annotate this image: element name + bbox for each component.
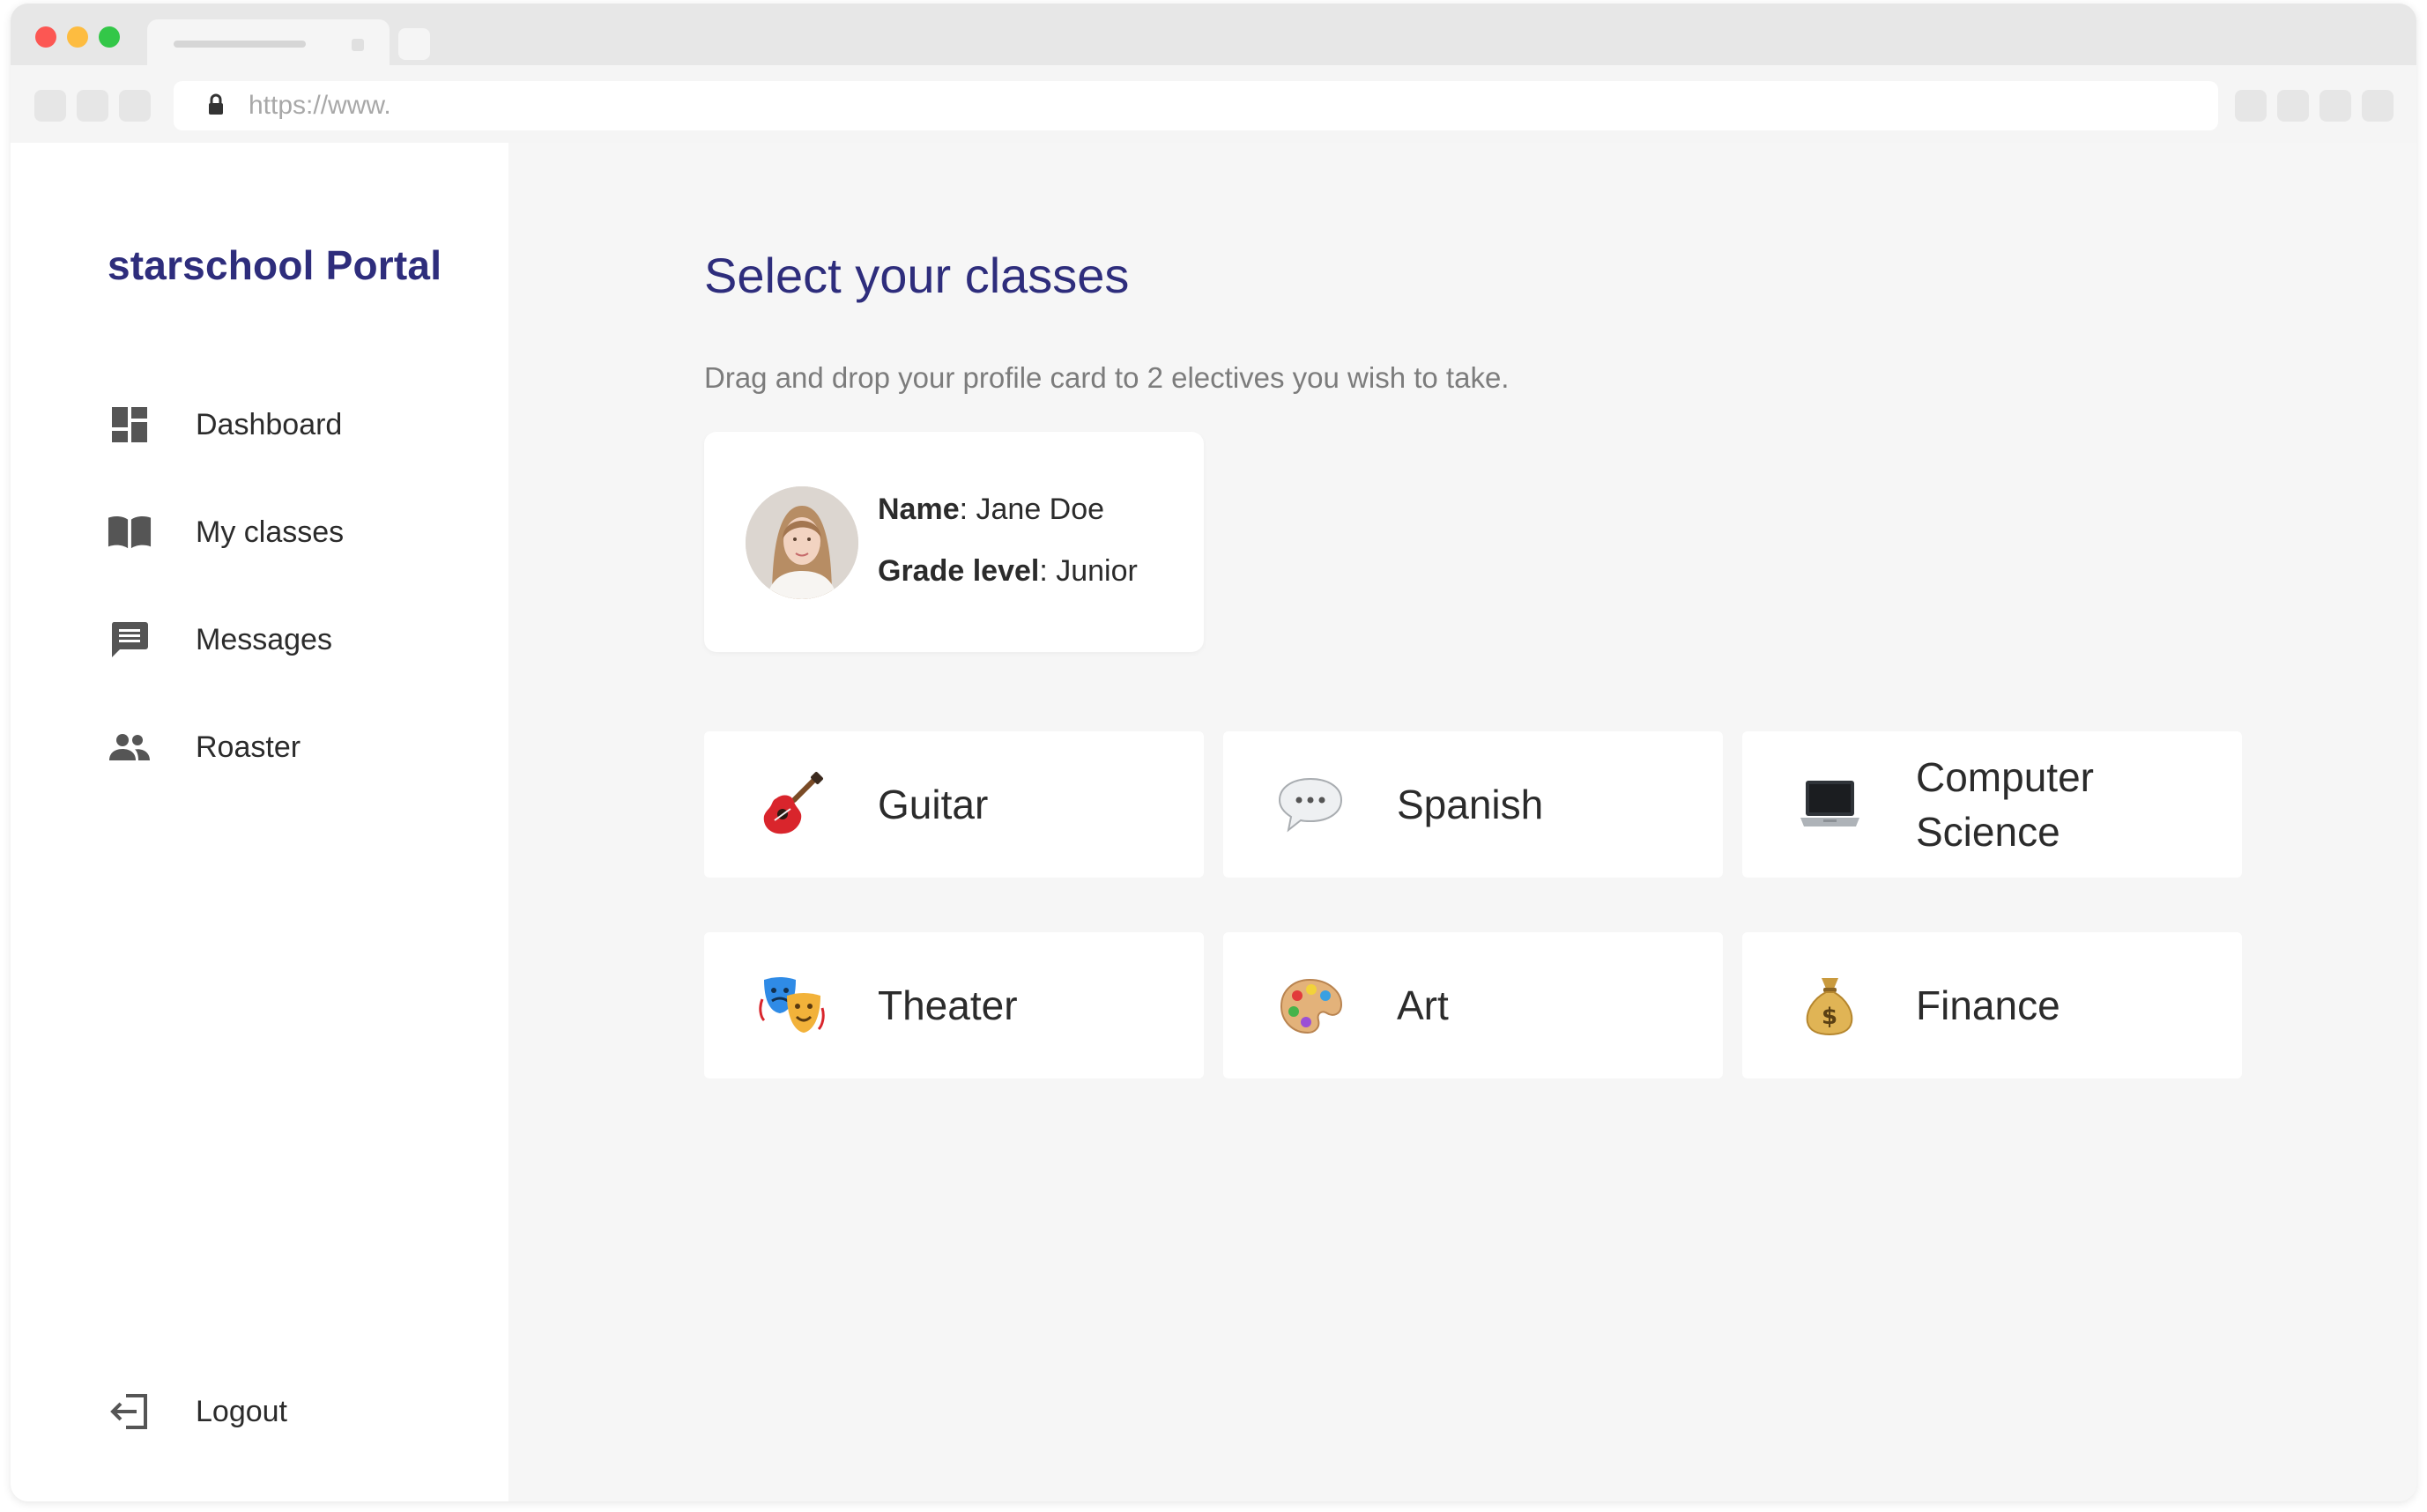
browser-titlebar bbox=[11, 4, 2416, 65]
address-bar[interactable]: https://www. bbox=[174, 81, 2218, 130]
elective-card-art[interactable]: Art bbox=[1223, 932, 1723, 1078]
forward-button[interactable] bbox=[77, 90, 108, 122]
logout-icon bbox=[108, 1390, 152, 1434]
browser-tab[interactable] bbox=[147, 19, 390, 65]
sidebar-item-label: My classes bbox=[196, 515, 345, 549]
instructions-text: Drag and drop your profile card to 2 ele… bbox=[704, 361, 1510, 394]
elective-card-guitar[interactable]: Guitar bbox=[704, 731, 1204, 878]
palette-icon bbox=[1278, 973, 1344, 1039]
sidebar: starschool Portal Dashboard My classes M… bbox=[11, 143, 508, 1501]
extension-button-3[interactable] bbox=[2319, 90, 2351, 122]
page-title: Select your classes bbox=[704, 248, 1130, 303]
tab-title-placeholder bbox=[174, 41, 306, 48]
extension-button-2[interactable] bbox=[2277, 90, 2309, 122]
extension-button-1[interactable] bbox=[2235, 90, 2267, 122]
grade-label: Grade level bbox=[878, 554, 1040, 588]
name-label: Name bbox=[878, 493, 960, 526]
lock-icon bbox=[209, 93, 223, 115]
profile-name-row: Name: Jane Doe bbox=[878, 490, 1138, 552]
svg-text:$: $ bbox=[1822, 1004, 1837, 1030]
dashboard-icon bbox=[108, 403, 152, 447]
elective-name: Art bbox=[1397, 982, 1449, 1028]
grade-value: : Junior bbox=[1039, 554, 1138, 588]
new-tab-button[interactable] bbox=[398, 28, 430, 60]
guitar-icon bbox=[759, 771, 825, 838]
elective-name: Computer Science bbox=[1916, 754, 2094, 855]
sidebar-item-roaster[interactable]: Roaster bbox=[108, 721, 478, 774]
url-text: https://www. bbox=[249, 91, 391, 120]
sidebar-item-messages[interactable]: Messages bbox=[108, 613, 478, 666]
profile-grade-row: Grade level: Junior bbox=[878, 552, 1138, 613]
extension-button-4[interactable] bbox=[2362, 90, 2394, 122]
maximize-window-button[interactable] bbox=[99, 26, 120, 48]
sidebar-item-label: Dashboard bbox=[196, 407, 343, 441]
money-bag-icon: $ bbox=[1797, 973, 1863, 1039]
profile-details: Name: Jane Doe Grade level: Junior bbox=[878, 490, 1138, 613]
elective-card-spanish[interactable]: Spanish bbox=[1223, 731, 1723, 878]
profile-card[interactable]: Name: Jane Doe Grade level: Junior bbox=[704, 432, 1204, 652]
logout-button[interactable]: Logout bbox=[108, 1385, 478, 1438]
minimize-window-button[interactable] bbox=[67, 26, 88, 48]
sidebar-item-my-classes[interactable]: My classes bbox=[108, 506, 478, 559]
avatar bbox=[746, 486, 858, 599]
elective-name: Spanish bbox=[1397, 782, 1544, 827]
elective-name: Guitar bbox=[878, 782, 989, 827]
elective-card-finance[interactable]: $ Finance bbox=[1742, 932, 2242, 1078]
sidebar-item-label: Messages bbox=[196, 622, 332, 656]
elective-card-theater[interactable]: Theater bbox=[704, 932, 1204, 1078]
main-content: Select your classes Drag and drop your p… bbox=[508, 143, 2416, 1501]
close-window-button[interactable] bbox=[35, 26, 56, 48]
laptop-icon bbox=[1797, 772, 1863, 838]
browser-window: https://www. starschool Portal Dashboard bbox=[11, 4, 2416, 1501]
elective-name: Finance bbox=[1916, 982, 2060, 1028]
tab-close-icon[interactable] bbox=[352, 39, 364, 51]
browser-toolbar: https://www. bbox=[11, 65, 2416, 146]
theater-masks-icon bbox=[759, 973, 825, 1039]
back-button[interactable] bbox=[34, 90, 66, 122]
reload-button[interactable] bbox=[119, 90, 151, 122]
book-icon bbox=[108, 510, 152, 554]
sidebar-item-label: Roaster bbox=[196, 730, 301, 764]
message-icon bbox=[108, 618, 152, 662]
elective-name: Theater bbox=[878, 982, 1018, 1028]
speech-bubble-icon bbox=[1278, 772, 1344, 838]
brand-title: starschool Portal bbox=[108, 242, 442, 288]
name-value: : Jane Doe bbox=[959, 493, 1105, 526]
sidebar-item-dashboard[interactable]: Dashboard bbox=[108, 398, 478, 451]
logout-label: Logout bbox=[196, 1394, 287, 1428]
people-icon bbox=[108, 725, 152, 769]
elective-card-computer-science[interactable]: Computer Science bbox=[1742, 731, 2242, 878]
